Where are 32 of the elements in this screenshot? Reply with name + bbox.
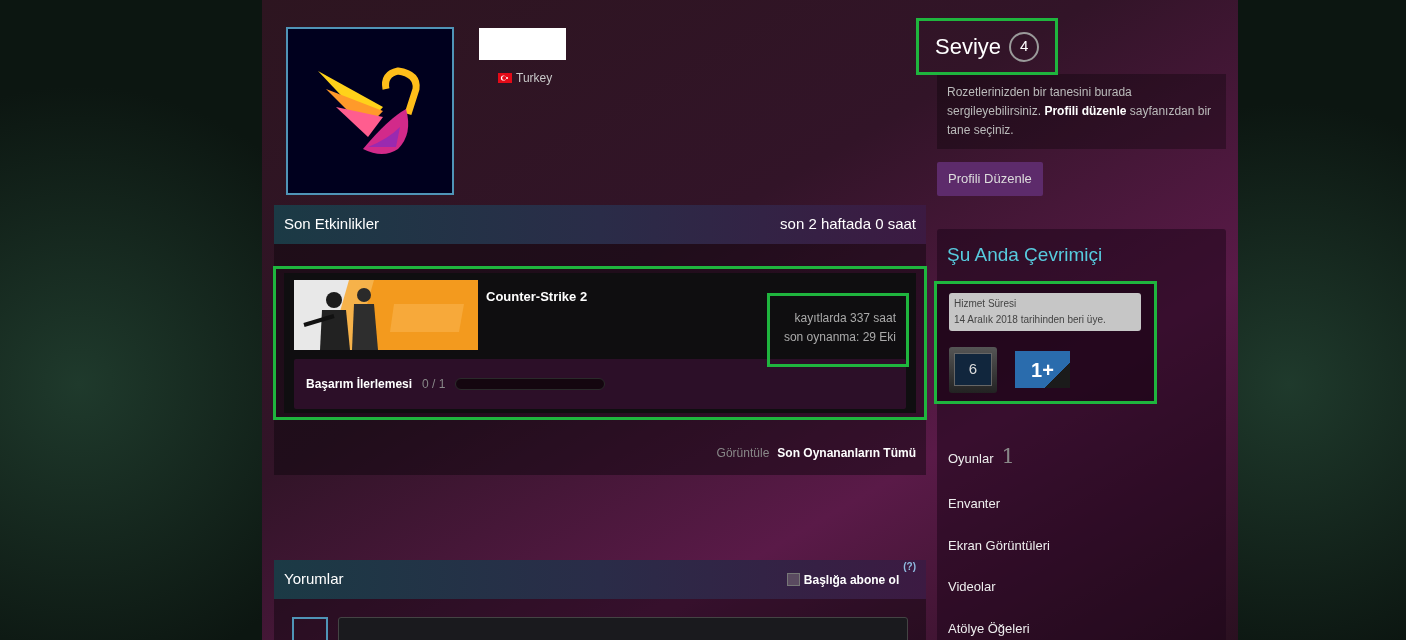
all-recent-link[interactable]: Son Oynananların Tümü [777, 444, 916, 462]
tooltip-text: 14 Aralık 2018 tarihinden beri üye. [954, 312, 1107, 327]
edit-profile-button[interactable]: Profili Düzenle [937, 162, 1043, 196]
profile-link[interactable]: Videolar [948, 577, 1215, 597]
link-count: 1 [1001, 442, 1015, 470]
games-badge[interactable]: 1+ [1015, 351, 1070, 388]
panel-title: Son Etkinlikler [284, 214, 380, 235]
achievement-count: 0 / 1 [422, 376, 446, 393]
profile-link[interactable]: Atölye Öğeleri [948, 618, 1215, 638]
view-label: Görüntüle [716, 445, 770, 462]
profile-link[interactable]: Ekran Görüntüleri [948, 535, 1215, 555]
help-link[interactable]: (?) [903, 558, 916, 574]
achievement-label: Başarım İlerlemesi [306, 376, 413, 393]
level-badge: 4 [1009, 31, 1040, 62]
game-title: Counter-Strike 2 [486, 288, 589, 306]
checkbox[interactable] [786, 573, 800, 586]
tooltip-title: Hizmet Süresi [954, 296, 1018, 311]
profile-link[interactable]: Envanter [948, 494, 1215, 514]
badge-hint-text: Rozetlerinizden bir tanesini burada sergileyebilirsiniz. Profili düzenle sayfanızdan bir tane seçiniz. [937, 74, 1226, 149]
comment-field[interactable] [338, 617, 908, 640]
country-label: Turkey [516, 70, 553, 87]
online-status-title: Şu Anda Çevrimiçi [946, 243, 1104, 267]
years-badge[interactable]: 6 [949, 346, 997, 393]
level-title: Seviye [935, 33, 1002, 61]
subscribe-label[interactable]: Başlığa abone ol [803, 570, 900, 589]
last-played: son oynanma: 29 Eki [783, 329, 896, 346]
avatar-frame [292, 617, 328, 640]
playtime-summary: son 2 haftada 0 saat [780, 214, 916, 235]
flag-icon [498, 73, 512, 83]
profile-link[interactable]: Oyunlar [948, 448, 994, 468]
panel-title: Yorumlar [284, 569, 344, 590]
hours-on-record: kayıtlarda 337 saat [794, 310, 896, 327]
